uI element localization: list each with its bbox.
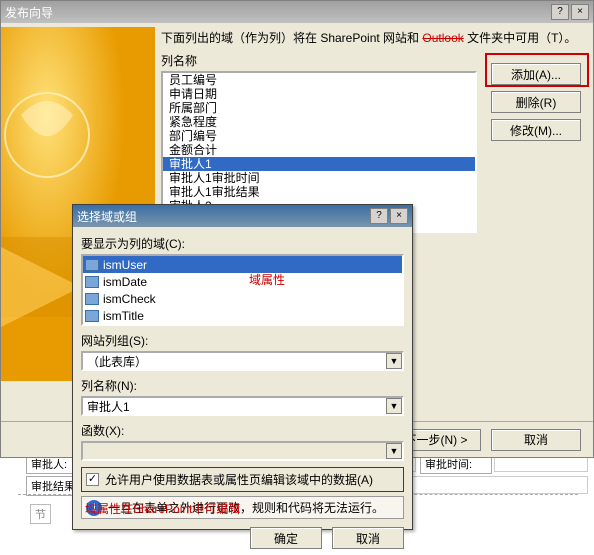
window-title: 发布向导 (5, 4, 53, 21)
field-item[interactable]: ismCheck (83, 290, 402, 307)
combo-value: （此表库） (87, 353, 147, 370)
help-button[interactable]: ? (551, 4, 569, 20)
highlight-add (485, 53, 589, 87)
help-button[interactable]: ? (370, 208, 388, 224)
list-item[interactable]: 审批人1审批结果 (163, 185, 475, 199)
field-icon (85, 276, 99, 288)
list-item[interactable]: 员工编号 (163, 73, 475, 87)
close-button[interactable]: × (390, 208, 408, 224)
allow-edit-row: ✓ 允许用户使用数据表或属性页编辑该域中的数据(A) (81, 467, 404, 492)
list-item[interactable]: 所属部门 (163, 101, 475, 115)
list-item[interactable]: 审批人1审批时间 (163, 171, 475, 185)
site-column-group-combo[interactable]: （此表库） ▼ (81, 351, 404, 371)
dialog-title: 选择域或组 (77, 208, 137, 225)
modify-button[interactable]: 修改(M)... (491, 119, 581, 141)
ok-button[interactable]: 确定 (250, 527, 322, 549)
list-item-selected[interactable]: 审批人1 (163, 157, 475, 171)
allow-edit-checkbox[interactable]: ✓ (86, 473, 99, 486)
list-item[interactable]: 紧急程度 (163, 115, 475, 129)
field-icon (85, 293, 99, 305)
list-item[interactable]: 申请日期 (163, 87, 475, 101)
select-field-dialog: 选择域或组 ? × 要显示为列的域(C): ismUser ismDate is… (72, 204, 413, 530)
note-field-attr: 域属性 (249, 271, 285, 288)
combo-value: 审批人1 (87, 398, 130, 415)
tab-section[interactable]: 节 (30, 504, 51, 524)
cancel-button[interactable]: 取消 (332, 527, 404, 549)
intro-text: 下面列出的域（作为列）将在 SharePoint 网站和 Outlook 文件夹… (161, 29, 585, 46)
list-item[interactable]: 金额合计 (163, 143, 475, 157)
field-icon (85, 259, 99, 271)
dialog-titlebar[interactable]: 选择域或组 ? × (73, 205, 412, 227)
cancel-button[interactable]: 取消 (491, 429, 581, 451)
field-listbox[interactable]: ismUser ismDate ismCheck ismTitle (81, 254, 404, 326)
allow-edit-label: 允许用户使用数据表或属性页编辑该域中的数据(A) (105, 471, 373, 488)
field-icon (85, 310, 99, 322)
colname-label: 列名称(N): (81, 377, 404, 394)
function-label: 函数(X): (81, 422, 404, 439)
group-label: 网站列组(S): (81, 332, 404, 349)
chevron-down-icon[interactable]: ▼ (386, 353, 402, 369)
field-item[interactable]: ismTitle (83, 307, 402, 324)
remove-button[interactable]: 删除(R) (491, 91, 581, 113)
field-item[interactable]: ismDate (83, 273, 402, 290)
titlebar[interactable]: 发布向导 ? × (1, 1, 593, 23)
chevron-down-icon[interactable]: ▼ (386, 443, 402, 459)
strikethrough-text: Outlook (422, 31, 463, 45)
close-button[interactable]: × (571, 4, 589, 20)
chevron-down-icon[interactable]: ▼ (386, 398, 402, 414)
function-combo[interactable]: ▼ (81, 441, 404, 461)
field-item-selected[interactable]: ismUser (83, 256, 402, 273)
fields-label: 要显示为列的域(C): (81, 235, 404, 252)
column-name-combo[interactable]: 审批人1 ▼ (81, 396, 404, 416)
note-editable: 域属性在SharePoint中可编辑 (85, 500, 240, 517)
list-item[interactable]: 部门编号 (163, 129, 475, 143)
